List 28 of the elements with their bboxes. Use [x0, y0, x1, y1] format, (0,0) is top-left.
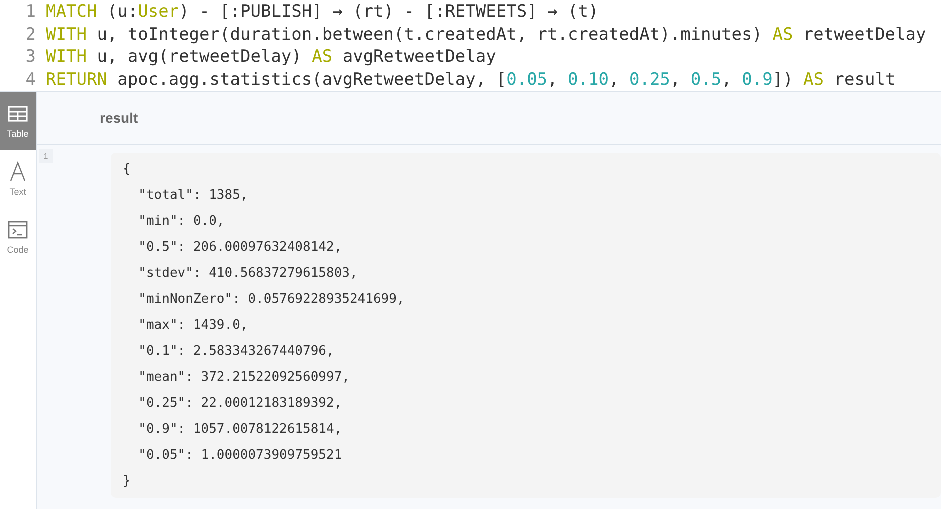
view-tab[interactable]: Text	[0, 150, 36, 208]
json-line: "total": 1385,	[138, 188, 248, 203]
json-line: {	[123, 162, 131, 177]
json-line: "0.05": 1.0000073909759521	[138, 448, 342, 463]
code-line: MATCH (u:User) - [:PUBLISH] → (rt) - [:RETWEETS] → (t)	[46, 1, 599, 24]
line-number: 1	[24, 1, 37, 24]
json-line: "stdev": 410.56837279615803,	[138, 266, 358, 281]
line-number: 4	[24, 68, 37, 91]
json-line: "0.1": 2.583343267440796,	[138, 344, 334, 359]
json-line: }	[123, 474, 131, 489]
json-line: "minNonZero": 0.05769228935241699,	[138, 292, 405, 307]
terminal-icon	[7, 219, 29, 241]
line-number: 2	[24, 24, 37, 46]
code-line: WITH u, avg(retweetDelay) AS avgRetweetDelay	[46, 46, 496, 68]
view-tab[interactable]: Code	[0, 208, 36, 266]
code-line: WITH u, toInteger(duration.between(t.createdAt, rt.createdAt).minutes) AS retweetDelay	[46, 24, 926, 46]
json-line: "0.5": 206.00097632408142,	[138, 240, 342, 255]
row-number: 1	[39, 149, 53, 163]
json-line: "0.25": 22.00012183189392,	[138, 396, 342, 411]
json-line: "mean": 372.21522092560997,	[138, 370, 350, 385]
json-line: "min": 0.0,	[138, 214, 225, 229]
view-tab[interactable]: Table	[0, 92, 36, 150]
line-number: 3	[24, 46, 37, 68]
column-header: result	[100, 110, 138, 126]
code-line: RETURN apoc.agg.statistics(avgRetweetDelay, [0.05, 0.10, 0.25, 0.5, 0.9]) AS result	[46, 68, 896, 91]
json-line: "0.9": 1057.0078122615814,	[138, 422, 342, 437]
json-line: "max": 1439.0,	[138, 318, 248, 333]
table-icon	[7, 103, 29, 125]
